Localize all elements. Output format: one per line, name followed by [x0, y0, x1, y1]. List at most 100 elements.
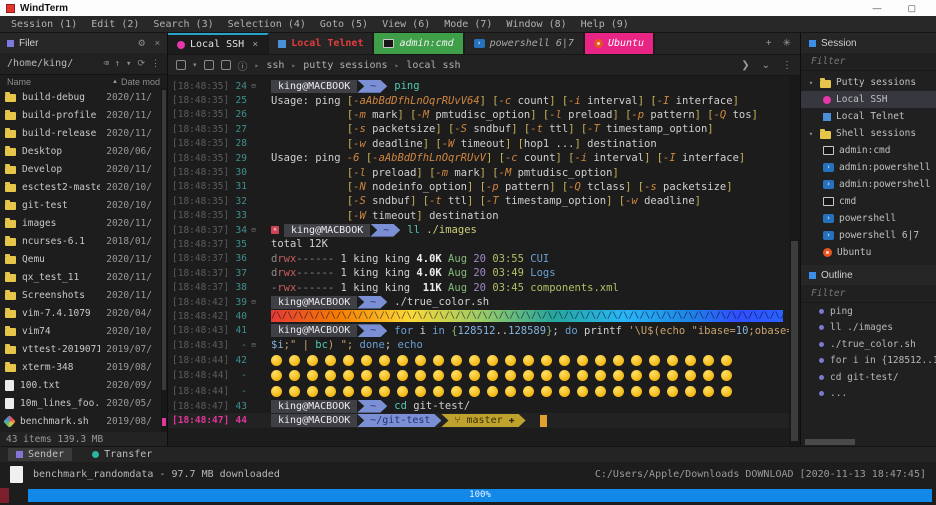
collapse-icon[interactable]: ⌄ — [762, 60, 770, 71]
filer-scrollbar[interactable] — [161, 88, 167, 432]
terminal-scrollbar[interactable] — [789, 76, 800, 446]
file-row-qemu[interactable]: Qemu2020/11/ — [0, 250, 167, 268]
file-row-build-debug[interactable]: build-debug2020/11/ — [0, 88, 167, 106]
tab-admin-cmd[interactable]: admin:cmd — [374, 33, 464, 54]
file-row-build-release[interactable]: build-release2020/11/ — [0, 124, 167, 142]
session-item-putty-sessions[interactable]: ▾Putty sessions — [801, 74, 936, 91]
outline-hscrollbar[interactable] — [801, 438, 936, 446]
file-row-vttest-20190710[interactable]: vttest-201907102019/07/ — [0, 340, 167, 358]
outline-item-for-i-in-128512-12[interactable]: for i in {128512..12 — [801, 353, 936, 370]
prompt-user-host: king@MACBOOK — [271, 400, 357, 413]
new-session-icon[interactable] — [176, 60, 186, 70]
refresh-icon[interactable]: ⟳ — [137, 59, 145, 69]
outline-item-true-color-sh[interactable]: ./true_color.sh — [801, 336, 936, 353]
text-segment: -s — [353, 123, 366, 135]
path-dropdown-icon[interactable]: ▾ — [126, 59, 131, 69]
maximize-button[interactable]: ▢ — [907, 3, 916, 14]
menu-item-session-1[interactable]: Session (1) — [4, 19, 84, 30]
new-session-dropdown-icon[interactable]: ▾ — [193, 61, 197, 69]
session-item-local-telnet[interactable]: Local Telnet — [801, 108, 936, 125]
toolbar-more-icon[interactable]: ⋮ — [782, 60, 792, 71]
fold-marker-icon[interactable]: ⊟ — [247, 226, 260, 234]
bottom-tab-sender[interactable]: Sender — [8, 448, 72, 461]
outline-hscrollbar-thumb[interactable] — [805, 439, 855, 445]
file-row-desktop[interactable]: Desktop2020/06/ — [0, 142, 167, 160]
file-list[interactable]: build-debug2020/11/build-profile2020/11/… — [0, 88, 167, 432]
file-row-10m-lines-foo-t[interactable]: 10m_lines_foo.t…2020/05/ — [0, 394, 167, 412]
session-item-admin-cmd[interactable]: admin:cmd — [801, 142, 936, 159]
file-row-benchmark-sh[interactable]: benchmark.sh2019/08/ — [0, 412, 167, 430]
outline-item-ping[interactable]: ping — [801, 303, 936, 320]
file-row-vim74[interactable]: vim742020/10/ — [0, 322, 167, 340]
session-item-powershell-6-7[interactable]: ›powershell 6|7 — [801, 227, 936, 244]
expand-icon[interactable]: ❯ — [741, 60, 749, 71]
filer-settings-icon[interactable]: ⚙ — [138, 38, 146, 49]
file-name: vim74 — [22, 326, 100, 337]
menu-item-search-3[interactable]: Search (3) — [146, 19, 220, 30]
outline-item-[interactable]: ... — [801, 386, 936, 403]
file-row-esctest2-master[interactable]: esctest2-master2020/10/ — [0, 178, 167, 196]
tab-close-icon[interactable]: × — [252, 39, 258, 50]
split-window-icon[interactable] — [204, 60, 214, 70]
outline-item-ll-images[interactable]: ll ./images — [801, 320, 936, 337]
session-item-powershell[interactable]: ›powershell — [801, 210, 936, 227]
filer-path[interactable]: /home/king/ — [7, 58, 73, 69]
file-row-100-txt[interactable]: 100.txt2020/09/ — [0, 376, 167, 394]
filer-scrollbar-thumb[interactable] — [162, 90, 166, 390]
tree-expand-icon[interactable]: ▾ — [807, 79, 815, 87]
session-item-cmd[interactable]: cmd — [801, 193, 936, 210]
tab-local-telnet[interactable]: Local Telnet — [269, 33, 374, 54]
tab-powershell-6-7[interactable]: ›powershell 6|7 — [465, 33, 585, 54]
up-directory-icon[interactable]: ↑ — [115, 59, 120, 69]
fold-marker-icon[interactable]: ⊟ — [247, 341, 260, 349]
column-name[interactable]: Name — [7, 77, 112, 87]
tab-ubuntu[interactable]: Ubuntu — [585, 33, 655, 54]
session-item-local-ssh[interactable]: Local SSH — [801, 91, 936, 108]
file-row-screenshots[interactable]: Screenshots2020/11/ — [0, 286, 167, 304]
file-row-git-test[interactable]: git-test2020/10/ — [0, 196, 167, 214]
terminal-output[interactable]: [18:48:35]24⊟king@MACBOOK~ping[18:48:35]… — [168, 76, 789, 446]
session-item-admin-powershell[interactable]: ›admin:powershell — [801, 159, 936, 176]
file-row-ncurses-6-1[interactable]: ncurses-6.12018/01/ — [0, 232, 167, 250]
session-filter-input[interactable]: Filter — [801, 53, 936, 71]
file-row-develop[interactable]: Develop2020/11/ — [0, 160, 167, 178]
tree-expand-icon[interactable]: ▾ — [807, 130, 815, 138]
session-item-shell-sessions[interactable]: ▾Shell sessions — [801, 125, 936, 142]
filer-close-icon[interactable]: × — [155, 38, 160, 49]
breadcrumb-ssh[interactable]: ssh — [266, 60, 284, 71]
outline-item-cd-git-test[interactable]: cd git-test/ — [801, 369, 936, 386]
menu-item-edit-2[interactable]: Edit (2) — [84, 19, 146, 30]
breadcrumb-local-ssh[interactable]: local ssh — [406, 60, 460, 71]
menu-item-goto-5[interactable]: Goto (5) — [313, 19, 375, 30]
duplicate-window-icon[interactable] — [221, 60, 231, 70]
file-row-build-profile[interactable]: build-profile2020/11/ — [0, 106, 167, 124]
file-row-vim-7-4-1079[interactable]: vim-7.4.10792020/04/ — [0, 304, 167, 322]
tab-list-icon[interactable]: ✳ — [783, 38, 791, 49]
bottom-tab-transfer[interactable]: Transfer — [84, 448, 160, 461]
minimize-button[interactable]: — — [872, 3, 881, 14]
menu-item-help-9[interactable]: Help (9) — [574, 19, 636, 30]
menu-item-mode-7[interactable]: Mode (7) — [437, 19, 499, 30]
column-date[interactable]: Date mod — [121, 77, 160, 87]
outline-filter-input[interactable]: Filter — [801, 285, 936, 303]
file-row-xterm-348[interactable]: xterm-3482019/08/ — [0, 358, 167, 376]
menu-item-selection-4[interactable]: Selection (4) — [221, 19, 313, 30]
menu-item-view-6[interactable]: View (6) — [375, 19, 437, 30]
menu-item-window-8[interactable]: Window (8) — [499, 19, 573, 30]
breadcrumb-putty-sessions[interactable]: putty sessions — [303, 60, 387, 71]
emoji-glyph — [289, 370, 300, 381]
fold-marker-icon[interactable]: ⊟ — [247, 82, 260, 90]
text-segment: tclass — [581, 181, 625, 193]
emoji-glyph — [451, 355, 462, 366]
session-item-admin-powershell[interactable]: ›admin:powershell — [801, 176, 936, 193]
terminal-scrollbar-thumb[interactable] — [791, 241, 798, 441]
file-row-images[interactable]: images2020/11/ — [0, 214, 167, 232]
info-icon[interactable]: ⓘ — [238, 58, 248, 73]
file-row-qx-test-11[interactable]: qx_test_112020/11/ — [0, 268, 167, 286]
clear-path-icon[interactable]: ⌫ — [103, 59, 108, 69]
fold-marker-icon[interactable]: ⊟ — [247, 298, 260, 306]
session-item-ubuntu[interactable]: Ubuntu — [801, 244, 936, 261]
filer-more-icon[interactable]: ⋮ — [151, 59, 160, 69]
tab-local-ssh[interactable]: Local SSH× — [168, 33, 269, 54]
new-tab-icon[interactable]: + — [766, 38, 772, 49]
